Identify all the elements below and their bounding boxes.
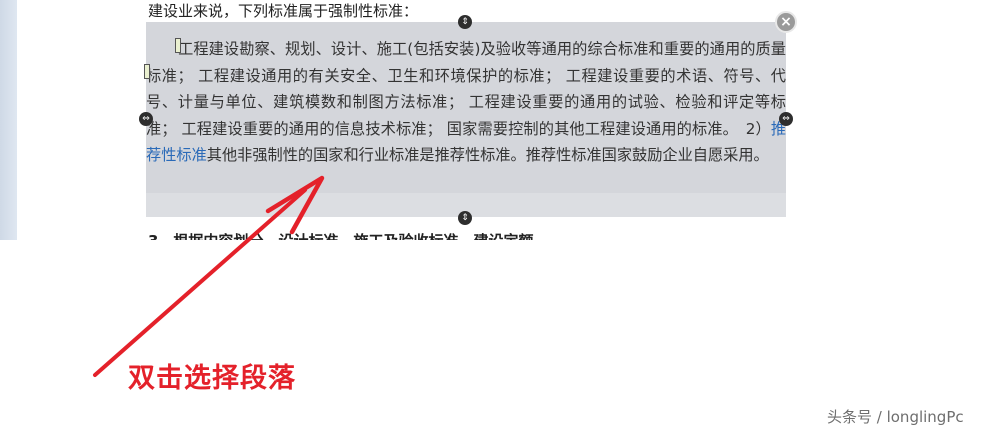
- watermark: 头条号 / longlingPc: [827, 408, 964, 426]
- arrow-head-icon: [265, 175, 325, 235]
- arrow-shaft-icon: [93, 188, 307, 377]
- annotation-caption: 双击选择段落: [128, 363, 296, 394]
